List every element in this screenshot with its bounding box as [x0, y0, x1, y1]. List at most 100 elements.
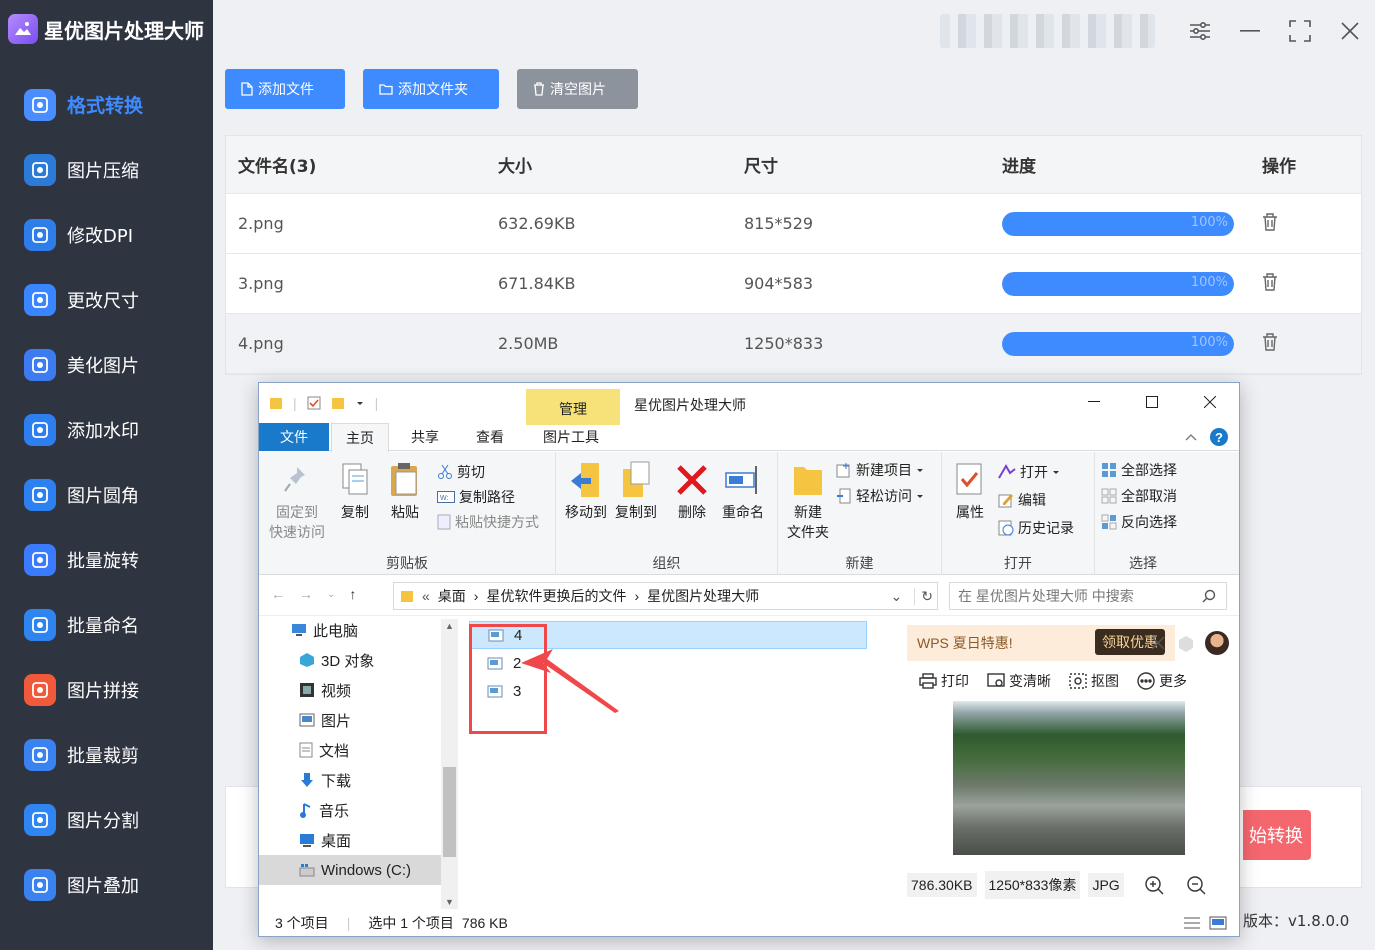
delete-trash-icon[interactable] [1262, 332, 1278, 351]
table-row[interactable]: 2.png 632.69KB 815*529 100% [226, 194, 1361, 254]
nav-tree-item[interactable]: 此电脑 [291, 619, 358, 645]
sidebar-item-6[interactable]: 添加水印 [0, 397, 213, 462]
tab-file[interactable]: 文件 [259, 423, 329, 451]
sidebar-item-8[interactable]: 批量旋转 [0, 527, 213, 592]
wps-promo-banner[interactable]: WPS 夏日特惠! 领取优惠 [907, 625, 1175, 661]
chevron-down-icon[interactable] [355, 398, 365, 408]
scroll-down-icon[interactable]: ▼ [445, 897, 454, 907]
tab-home[interactable]: 主页 [331, 423, 389, 452]
maximize-icon[interactable] [1275, 11, 1325, 51]
cutout-button[interactable]: 抠图 [1069, 671, 1119, 691]
copy-path-button[interactable]: W: 复制路径 [437, 487, 515, 507]
properties-check-icon[interactable] [307, 396, 321, 410]
explorer-close-icon[interactable] [1181, 383, 1239, 421]
rename-button[interactable]: 重命名 [718, 458, 768, 522]
sidebar-item-10[interactable]: 图片拼接 [0, 657, 213, 722]
tab-view[interactable]: 查看 [462, 423, 518, 451]
explorer-minimize-icon[interactable] [1065, 383, 1123, 421]
hexagon-settings-icon[interactable] [1177, 635, 1195, 653]
back-arrow-icon[interactable]: ← [271, 586, 285, 602]
scrollbar-thumb[interactable] [443, 767, 456, 857]
clear-images-button[interactable]: 清空图片 [517, 69, 638, 109]
new-item-button[interactable]: 新建项目 [836, 460, 924, 480]
move-to-button[interactable]: 移动到 [562, 458, 610, 522]
navigation-scrollbar[interactable]: ▲ ▼ [441, 619, 458, 909]
user-avatar[interactable] [1205, 631, 1229, 655]
tab-share[interactable]: 共享 [397, 423, 453, 451]
close-icon[interactable] [1325, 11, 1375, 51]
sidebar-item-9[interactable]: 批量命名 [0, 592, 213, 657]
recent-chevron-icon[interactable]: ⌄ [327, 589, 335, 600]
sidebar-item-12[interactable]: 图片分割 [0, 787, 213, 852]
breadcrumb-folder[interactable]: 星优软件更换后的文件 [486, 586, 626, 606]
nav-tree-item[interactable]: 下载 [299, 765, 351, 795]
details-view-icon[interactable] [1183, 916, 1201, 930]
nav-tree-item[interactable]: 音乐 [299, 795, 349, 825]
sidebar-item-4[interactable]: 更改尺寸 [0, 267, 213, 332]
search-input[interactable]: 在 星优图片处理大师 中搜索 [949, 582, 1227, 610]
sidebar-item-3[interactable]: 修改DPI [0, 202, 213, 267]
breadcrumb-desktop[interactable]: 桌面 [438, 586, 466, 606]
nav-tree-item[interactable]: 文档 [299, 735, 349, 765]
print-button[interactable]: 打印 [919, 671, 969, 691]
large-icons-view-icon[interactable] [1209, 916, 1227, 930]
nav-tree-item[interactable]: 图片 [299, 705, 351, 735]
edit-button[interactable]: 编辑 [998, 490, 1046, 510]
paste-button[interactable]: 粘贴 [383, 458, 427, 522]
open-button[interactable]: 打开 [998, 462, 1060, 482]
select-none-button[interactable]: 全部取消 [1101, 486, 1177, 506]
zoom-out-icon[interactable] [1186, 875, 1206, 895]
cut-button[interactable]: 剪切 [437, 462, 485, 482]
table-row[interactable]: 3.png 671.84KB 904*583 100% [226, 254, 1361, 314]
nav-tree-item[interactable]: Windows (C:) [259, 855, 441, 885]
delete-trash-icon[interactable] [1262, 212, 1278, 231]
sidebar-item-13[interactable]: 图片叠加 [0, 852, 213, 917]
refresh-icon[interactable]: ↻ [914, 587, 933, 605]
properties-button[interactable]: 属性 [950, 458, 990, 522]
nav-tree-item[interactable]: 视频 [299, 675, 351, 705]
invert-selection-button[interactable]: 反向选择 [1101, 512, 1177, 532]
new-folder-icon[interactable] [331, 396, 345, 410]
minimize-icon[interactable] [1225, 11, 1275, 51]
manage-context-tab[interactable]: 管理 [526, 389, 620, 425]
address-dropdown-icon[interactable]: ⌄ [891, 588, 903, 605]
enhance-button[interactable]: 变清晰 [987, 671, 1051, 691]
pin-quick-access-button[interactable]: 固定到 快速访问 [265, 458, 329, 542]
more-button[interactable]: 更多 [1137, 671, 1187, 691]
copy-button[interactable]: 复制 [333, 458, 377, 522]
sidebar-item-1[interactable]: 格式转换 [0, 72, 213, 137]
paste-shortcut-button[interactable]: 粘贴快捷方式 [437, 512, 539, 532]
table-row[interactable]: 4.png 2.50MB 1250*833 100% [226, 314, 1361, 374]
wps-close-icon[interactable] [1151, 636, 1165, 650]
select-all-button[interactable]: 全部选择 [1101, 460, 1177, 480]
sidebar-item-5[interactable]: 美化图片 [0, 332, 213, 397]
user-account-blurred[interactable] [940, 14, 1155, 48]
start-convert-button[interactable]: 始转换 [1243, 810, 1311, 860]
collapse-ribbon-icon[interactable] [1185, 433, 1197, 441]
up-arrow-icon[interactable]: ↑ [349, 586, 356, 602]
nav-tree-item[interactable]: 3D 对象 [299, 645, 374, 675]
nav-tree-item[interactable]: 桌面 [299, 825, 351, 855]
settings-sliders-icon[interactable] [1175, 11, 1225, 51]
sidebar-item-2[interactable]: 图片压缩 [0, 137, 213, 202]
delete-trash-icon[interactable] [1262, 272, 1278, 291]
new-folder-button[interactable]: 新建 文件夹 [782, 458, 834, 542]
breadcrumb-overflow[interactable]: « [422, 588, 430, 604]
tab-picture-tools[interactable]: 图片工具 [529, 423, 613, 451]
delete-button[interactable]: 删除 [674, 458, 710, 522]
explorer-maximize-icon[interactable] [1123, 383, 1181, 421]
forward-arrow-icon[interactable]: → [299, 586, 313, 602]
add-folder-button[interactable]: 添加文件夹 [363, 69, 499, 109]
add-file-button[interactable]: 添加文件 [225, 69, 345, 109]
zoom-in-icon[interactable] [1144, 875, 1164, 895]
folder-icon[interactable] [269, 396, 283, 410]
scroll-up-icon[interactable]: ▲ [445, 621, 454, 631]
sidebar-item-7[interactable]: 图片圆角 [0, 462, 213, 527]
help-icon[interactable]: ? [1209, 427, 1229, 447]
sidebar-item-11[interactable]: 批量裁剪 [0, 722, 213, 787]
address-bar[interactable]: « 桌面 › 星优软件更换后的文件 › 星优图片处理大师 ⌄ ↻ [393, 582, 938, 610]
history-button[interactable]: 历史记录 [998, 518, 1074, 538]
easy-access-button[interactable]: 轻松访问 [836, 486, 924, 506]
copy-to-button[interactable]: 复制到 [612, 458, 660, 522]
breadcrumb-current[interactable]: 星优图片处理大师 [647, 586, 759, 606]
